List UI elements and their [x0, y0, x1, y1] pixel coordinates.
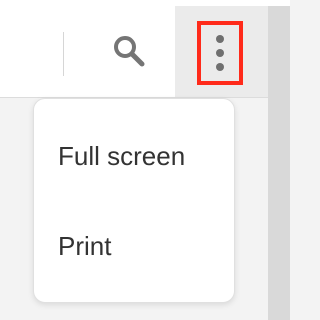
- search-icon: [114, 36, 145, 67]
- scrollbar-track[interactable]: [268, 0, 290, 320]
- menu-item-print[interactable]: Print: [34, 216, 234, 276]
- overflow-menu: Full screen Print: [33, 98, 235, 303]
- menu-item-full-screen[interactable]: Full screen: [34, 126, 234, 186]
- more-options-button[interactable]: [197, 21, 243, 85]
- search-button[interactable]: [104, 26, 154, 76]
- scrollbar-top: [268, 0, 290, 6]
- toolbar-divider: [63, 32, 64, 76]
- vertical-ellipsis-icon: [216, 35, 224, 43]
